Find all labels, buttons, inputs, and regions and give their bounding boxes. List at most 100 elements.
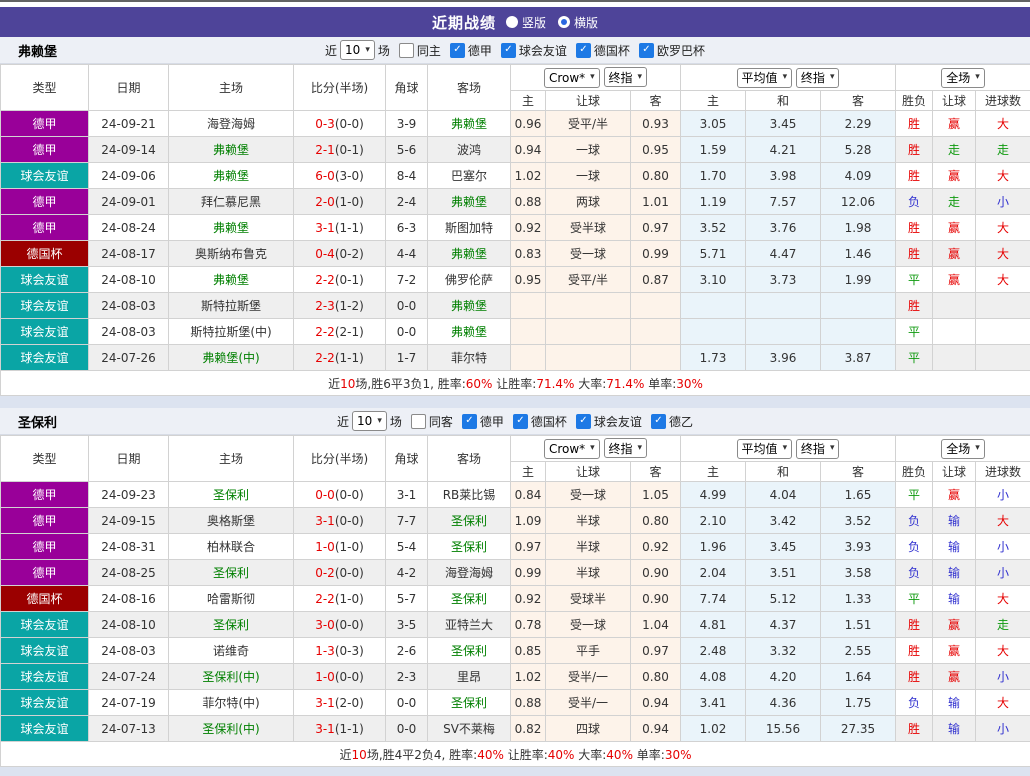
team-name: 弗赖堡 bbox=[18, 41, 57, 60]
avg-stage-select[interactable]: 终指▾ bbox=[796, 68, 840, 88]
fulltime-score: 0-4 bbox=[315, 247, 335, 261]
scope-select[interactable]: 全场▾ bbox=[941, 68, 985, 88]
odds-source-select[interactable]: Crow*▾ bbox=[544, 439, 600, 459]
summary-part: 场,胜4平2负4, 胜率: bbox=[367, 748, 477, 762]
result-wdl: 负 bbox=[896, 534, 933, 560]
halftime-score: (0-0) bbox=[335, 566, 364, 580]
avg-draw: 4.04 bbox=[746, 482, 821, 508]
view-radio-1[interactable]: 横版 bbox=[558, 14, 598, 31]
league-badge: 德甲 bbox=[1, 137, 89, 163]
halftime-score: (1-2) bbox=[335, 299, 364, 313]
odds-away: 0.92 bbox=[631, 534, 681, 560]
league-checkbox-1[interactable]: ✓ bbox=[513, 414, 528, 429]
league-checkbox-label: 欧罗巴杯 bbox=[657, 42, 705, 59]
column-header: 比分(半场) bbox=[294, 436, 386, 482]
odds-home: 0.94 bbox=[511, 137, 546, 163]
odds-source-select[interactable]: Crow*▾ bbox=[544, 68, 600, 88]
table-row: 球会友谊24-09-06弗赖堡6-0(3-0)8-4巴塞尔1.02一球0.801… bbox=[1, 163, 1030, 189]
fulltime-score: 3-1 bbox=[315, 221, 335, 235]
odds-stage-select[interactable]: 终指▾ bbox=[604, 438, 648, 458]
scope-select[interactable]: 全场▾ bbox=[941, 439, 985, 459]
avg-source-select[interactable]: 平均值▾ bbox=[737, 439, 793, 459]
summary-part: 大率: bbox=[574, 377, 606, 391]
result-goals: 大 bbox=[976, 586, 1030, 612]
top-divider bbox=[0, 0, 1030, 7]
avg-away: 2.55 bbox=[821, 638, 896, 664]
league-checkbox-0[interactable]: ✓ bbox=[462, 414, 477, 429]
odds-home: 0.92 bbox=[511, 215, 546, 241]
halftime-score: (2-0) bbox=[335, 696, 364, 710]
match-count-select[interactable]: 10▾ bbox=[352, 411, 387, 431]
avg-draw bbox=[746, 319, 821, 345]
away-team: 佛罗伦萨 bbox=[428, 267, 511, 293]
avg-source-select-value: 平均值 bbox=[742, 440, 778, 457]
handicap bbox=[546, 293, 631, 319]
league-badge: 球会友谊 bbox=[1, 163, 89, 189]
home-team: 圣保利 bbox=[169, 482, 294, 508]
sub-column-header: 和 bbox=[746, 462, 821, 482]
odds-away: 1.05 bbox=[631, 482, 681, 508]
league-checkbox-2[interactable]: ✓ bbox=[576, 414, 591, 429]
halftime-score: (1-1) bbox=[335, 351, 364, 365]
view-radio-0[interactable]: 竖版 bbox=[506, 14, 546, 31]
avg-home: 3.10 bbox=[681, 267, 746, 293]
league-checkbox-1[interactable]: ✓ bbox=[501, 43, 516, 58]
same-venue-checkbox[interactable] bbox=[399, 43, 414, 58]
odds-home: 0.96 bbox=[511, 111, 546, 137]
league-checkbox-3[interactable]: ✓ bbox=[651, 414, 666, 429]
home-team: 斯特拉斯堡(中) bbox=[169, 319, 294, 345]
same-venue-checkbox[interactable] bbox=[411, 414, 426, 429]
view-toggle: 竖版横版 bbox=[506, 14, 598, 31]
avg-away: 3.87 bbox=[821, 345, 896, 371]
chevron-down-icon: ▾ bbox=[783, 73, 788, 82]
avg-away: 3.52 bbox=[821, 508, 896, 534]
result-wdl: 胜 bbox=[896, 716, 933, 742]
match-date: 24-09-15 bbox=[89, 508, 169, 534]
corner-score: 5-4 bbox=[386, 534, 428, 560]
league-checkbox-3[interactable]: ✓ bbox=[639, 43, 654, 58]
away-team: 里昂 bbox=[428, 664, 511, 690]
corner-score: 7-7 bbox=[386, 508, 428, 534]
score: 0-2(0-0) bbox=[294, 560, 386, 586]
odds-away: 0.87 bbox=[631, 267, 681, 293]
odds-home bbox=[511, 293, 546, 319]
home-team: 弗赖堡 bbox=[169, 215, 294, 241]
sub-column-header: 让球 bbox=[546, 91, 631, 111]
avg-stage-select[interactable]: 终指▾ bbox=[796, 439, 840, 459]
sub-column-header: 客 bbox=[821, 91, 896, 111]
league-checkbox-label: 球会友谊 bbox=[519, 42, 567, 59]
fulltime-score: 0-3 bbox=[315, 117, 335, 131]
avg-draw: 3.73 bbox=[746, 267, 821, 293]
match-date: 24-09-01 bbox=[89, 189, 169, 215]
match-date: 24-07-13 bbox=[89, 716, 169, 742]
summary-part: 40% bbox=[548, 748, 575, 762]
league-badge: 球会友谊 bbox=[1, 716, 89, 742]
match-count-select[interactable]: 10▾ bbox=[340, 40, 375, 60]
odds-home: 0.82 bbox=[511, 716, 546, 742]
league-checkbox-label: 德甲 bbox=[468, 42, 492, 59]
odds-away: 0.97 bbox=[631, 215, 681, 241]
home-team: 斯特拉斯堡 bbox=[169, 293, 294, 319]
match-date: 24-07-24 bbox=[89, 664, 169, 690]
handicap: 半球 bbox=[546, 534, 631, 560]
league-badge: 德甲 bbox=[1, 189, 89, 215]
home-team: 圣保利(中) bbox=[169, 664, 294, 690]
league-checkbox-0[interactable]: ✓ bbox=[450, 43, 465, 58]
summary-part: 单率: bbox=[644, 377, 676, 391]
section-header: 圣保利近10▾场同客✓德甲✓德国杯✓球会友谊✓德乙 bbox=[0, 408, 1030, 435]
result-handicap: 赢 bbox=[933, 241, 976, 267]
score: 2-0(1-0) bbox=[294, 189, 386, 215]
result-handicap: 赢 bbox=[933, 664, 976, 690]
match-date: 24-08-16 bbox=[89, 586, 169, 612]
avg-source-select[interactable]: 平均值▾ bbox=[737, 68, 793, 88]
table-row: 德甲24-08-24弗赖堡3-1(1-1)6-3斯图加特0.92受半球0.973… bbox=[1, 215, 1030, 241]
summary-part: 60% bbox=[466, 377, 493, 391]
avg-home: 3.41 bbox=[681, 690, 746, 716]
result-handicap: 输 bbox=[933, 508, 976, 534]
sub-column-header: 胜负 bbox=[896, 462, 933, 482]
odds-stage-select[interactable]: 终指▾ bbox=[604, 67, 648, 87]
away-team: 圣保利 bbox=[428, 586, 511, 612]
score: 3-1(1-1) bbox=[294, 215, 386, 241]
result-handicap: 走 bbox=[933, 137, 976, 163]
league-checkbox-2[interactable]: ✓ bbox=[576, 43, 591, 58]
